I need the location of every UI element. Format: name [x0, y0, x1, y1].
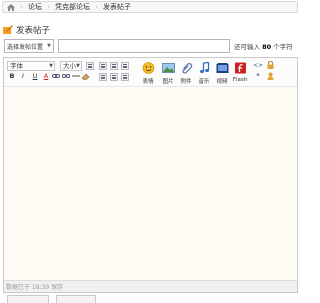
page-title: 发表帖子	[16, 26, 51, 36]
lock-icon[interactable]	[266, 61, 274, 69]
char-hint-prefix: 还可输入	[234, 43, 263, 51]
attachment-button[interactable]: 附件	[177, 62, 195, 85]
indent-icon[interactable]	[121, 73, 129, 81]
post-header: 发表帖子	[3, 24, 50, 36]
smiley-icon	[142, 62, 154, 74]
char-count-hint: 还可输入 80 个字符	[234, 41, 293, 51]
music-label: 音乐	[198, 79, 210, 85]
font-family-label: 字体	[10, 62, 23, 70]
editor-toolbar: 字体 ▼ 大小 ▼ B I U A 表情 图片 附件 音乐 视频 Flash <…	[4, 58, 297, 87]
image-label: 图片	[162, 79, 174, 85]
image-icon	[161, 63, 175, 73]
emoji-button[interactable]: 表情	[139, 62, 157, 85]
video-icon	[216, 63, 228, 73]
char-hint-suffix: 个字符	[271, 43, 293, 51]
subject-input[interactable]	[58, 39, 230, 53]
char-hint-count: 80	[262, 43, 272, 51]
align-right-icon[interactable]	[110, 62, 118, 70]
music-note-icon	[199, 61, 209, 73]
edit-post-icon	[3, 24, 13, 36]
user-icon[interactable]	[266, 72, 274, 80]
attachment-label: 附件	[180, 79, 192, 85]
align-center-icon[interactable]	[99, 62, 107, 70]
video-label: 视频	[216, 79, 228, 85]
unordered-list-icon[interactable]	[110, 73, 118, 81]
paperclip-icon	[181, 63, 192, 74]
editor-content-area[interactable]	[4, 87, 297, 280]
code-button[interactable]: <>	[253, 61, 263, 69]
breadcrumb-item-forum[interactable]: 论坛	[24, 2, 46, 12]
underline-button[interactable]: U	[31, 72, 39, 80]
post-location-select-label: 选择发帖位置	[7, 43, 44, 51]
emoji-label: 表情	[142, 79, 154, 85]
submit-button[interactable]	[7, 295, 49, 303]
chevron-down-icon: ▼	[47, 43, 51, 49]
autosave-status: 数据已于 18:39 保存	[6, 284, 64, 291]
horizontal-rule-icon[interactable]	[72, 72, 80, 80]
font-color-button[interactable]: A	[42, 72, 50, 80]
music-button[interactable]: 音乐	[195, 61, 213, 85]
bold-button[interactable]: B	[8, 72, 16, 80]
video-button[interactable]: 视频	[213, 62, 231, 85]
font-size-select[interactable]: 大小 ▼	[60, 61, 82, 71]
flash-label: Flash	[232, 77, 248, 83]
home-icon[interactable]	[3, 2, 19, 12]
italic-button[interactable]: I	[19, 72, 27, 80]
link-icon[interactable]	[52, 72, 60, 80]
chevron-down-icon: ▼	[49, 63, 53, 69]
ordered-list-icon[interactable]	[99, 73, 107, 81]
eraser-icon[interactable]	[82, 72, 90, 80]
chevron-down-icon: ▼	[76, 63, 80, 69]
breadcrumb-item-subforum[interactable]: 凭克部论坛	[51, 2, 94, 12]
unlink-icon[interactable]	[62, 72, 70, 80]
align-left-icon[interactable]	[86, 62, 94, 70]
font-family-select[interactable]: 字体 ▼	[7, 61, 55, 71]
align-justify-icon[interactable]	[121, 62, 129, 70]
breadcrumb: › 论坛 › 凭克部论坛 › 发表帖子	[2, 1, 298, 13]
font-size-label: 大小	[63, 62, 76, 70]
rich-text-editor: 字体 ▼ 大小 ▼ B I U A 表情 图片 附件 音乐 视频 Flash <…	[3, 57, 298, 293]
flash-icon	[234, 62, 246, 74]
preview-button[interactable]	[56, 295, 96, 303]
editor-statusbar: 数据已于 18:39 保存	[4, 280, 297, 292]
breadcrumb-item-current: 发表帖子	[103, 3, 131, 11]
image-button[interactable]: 图片	[159, 62, 177, 85]
flash-button[interactable]: Flash	[231, 62, 249, 84]
post-location-select[interactable]: 选择发帖位置 ▼	[4, 39, 54, 53]
quote-button[interactable]: ❝	[254, 72, 262, 80]
